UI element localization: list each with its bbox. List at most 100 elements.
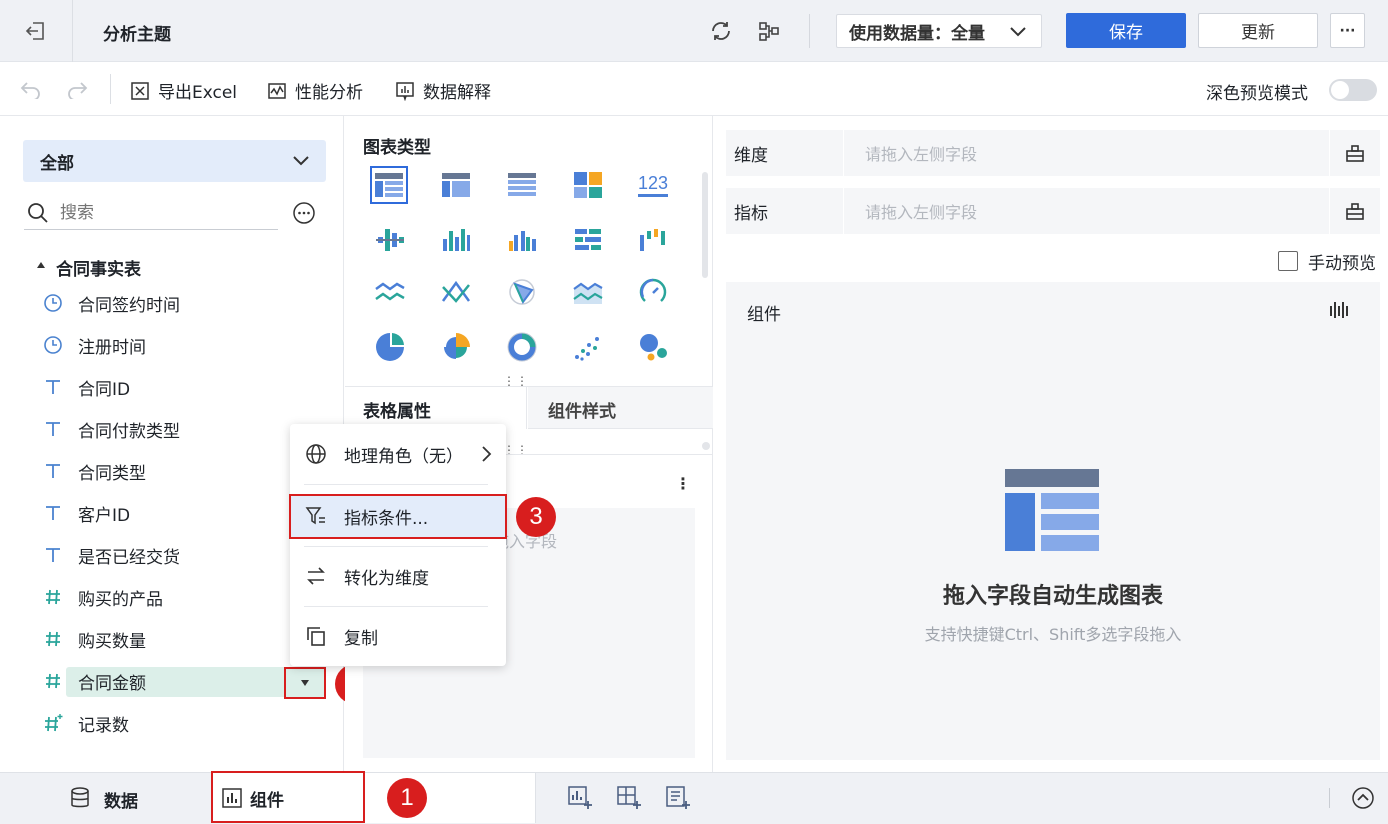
bottom-divider	[1329, 788, 1330, 808]
chart-type-pie[interactable]	[372, 329, 408, 365]
tab-table-properties[interactable]: 表格属性	[345, 387, 527, 429]
field-item[interactable]: 记录数	[0, 706, 340, 740]
add-table-icon[interactable]	[617, 786, 641, 810]
manual-preview-label: 手动预览	[1308, 254, 1376, 274]
chart-type-detail[interactable]	[504, 167, 540, 203]
component-label: 组件	[747, 305, 781, 325]
field-label: 记录数	[78, 715, 129, 736]
dimension-placeholder: 请拖入左侧字段	[865, 145, 978, 164]
more-button[interactable]: ···	[1330, 13, 1365, 48]
update-button[interactable]: 更新	[1198, 13, 1318, 48]
chart-type-donut[interactable]	[504, 329, 540, 365]
save-button[interactable]: 保存	[1066, 13, 1186, 48]
search-icon	[27, 202, 49, 224]
chart-type-radar-line[interactable]	[438, 274, 474, 310]
manual-preview-checkbox[interactable]	[1278, 251, 1298, 271]
exit-icon[interactable]	[24, 20, 48, 42]
step-badge-3: 3	[516, 497, 556, 537]
chart-type-grouped-table[interactable]	[372, 222, 408, 258]
field-item[interactable]: 合同付款类型	[0, 412, 340, 446]
chart-type-kpi-cards[interactable]	[570, 167, 606, 203]
field-options-icon[interactable]: ⋮	[675, 474, 691, 493]
chart-type-pivot[interactable]	[438, 167, 474, 203]
chart-type-gauge[interactable]	[635, 274, 671, 310]
field-label: 购买数量	[78, 631, 146, 652]
hierarchy-icon[interactable]	[1345, 143, 1365, 163]
highlight-box-2	[284, 667, 326, 699]
redo-icon[interactable]	[66, 79, 88, 99]
chart-type-waterfall[interactable]	[635, 222, 671, 258]
component-canvas[interactable]: 组件 拖入字段自动生成图表 支持快捷键Ctrl、Shift多选字段拖入	[726, 282, 1380, 760]
collapse-up-icon[interactable]	[1351, 786, 1375, 810]
performance-analysis-button[interactable]: 性能分析	[267, 78, 363, 103]
text-type-icon	[42, 460, 64, 482]
menu-item-label: 转化为维度	[344, 568, 429, 589]
field-item[interactable]: 合同签约时间	[0, 286, 340, 320]
tab-component-style[interactable]: 组件样式	[528, 387, 713, 429]
data-explain-label: 数据解释	[423, 83, 491, 103]
menu-item-copy[interactable]: 复制	[290, 614, 506, 658]
chart-settings-icon[interactable]	[1329, 300, 1349, 320]
search-input[interactable]	[60, 201, 270, 225]
clock-icon	[42, 292, 64, 314]
text-type-icon	[42, 418, 64, 440]
chart-type-bubble[interactable]	[635, 329, 671, 365]
measure-placeholder: 请拖入左侧字段	[865, 203, 978, 222]
chart-type-table[interactable]	[370, 166, 408, 204]
add-chart-icon[interactable]	[568, 786, 592, 810]
toolbar-divider	[110, 74, 111, 104]
scope-select[interactable]: 全部	[23, 140, 326, 182]
refresh-icon[interactable]	[709, 19, 733, 43]
slot-divider	[843, 130, 844, 176]
tab-data[interactable]: 数据	[0, 773, 212, 823]
text-type-icon	[42, 376, 64, 398]
chart-type-scatter[interactable]	[570, 329, 606, 365]
data-volume-select[interactable]: 使用数据量：全量	[836, 14, 1042, 48]
chart-type-area[interactable]	[570, 274, 606, 310]
hierarchy-icon[interactable]	[1345, 201, 1365, 221]
search-box[interactable]	[24, 198, 278, 230]
chart-type-rose[interactable]	[438, 329, 474, 365]
kpi-cards-icon	[574, 172, 602, 198]
menu-item-to-dimension[interactable]: 转化为维度	[290, 554, 506, 598]
field-label: 合同金额	[78, 673, 146, 694]
chart-type-bar[interactable]	[570, 222, 606, 258]
bottom-tabbar: 数据 组件 1	[0, 771, 1388, 824]
field-item[interactable]: 是否已经交货	[0, 538, 340, 572]
field-item[interactable]: 购买的产品	[0, 580, 340, 614]
pie-chart-icon	[376, 333, 404, 361]
data-explain-button[interactable]: 数据解释	[395, 78, 491, 103]
undo-icon[interactable]	[20, 79, 42, 99]
field-item[interactable]: 购买数量	[0, 622, 340, 656]
bar-chart-icon	[575, 229, 601, 250]
gauge-icon	[639, 278, 667, 302]
chart-type-radar[interactable]	[504, 274, 540, 310]
more-options-icon[interactable]	[292, 201, 316, 225]
export-excel-button[interactable]: 导出Excel	[130, 78, 237, 103]
chart-type-grouped-column[interactable]	[504, 222, 540, 258]
scatter-chart-icon	[575, 337, 599, 361]
empty-state-title: 拖入字段自动生成图表	[942, 584, 1163, 609]
field-item[interactable]: 合同ID	[0, 370, 340, 404]
add-detail-icon[interactable]	[666, 786, 690, 810]
caret-expanded-icon[interactable]	[36, 260, 46, 270]
dimension-slot[interactable]: 维度 请拖入左侧字段	[726, 130, 1380, 176]
waterfall-icon	[640, 229, 665, 251]
chart-type-column[interactable]	[438, 222, 474, 258]
dark-mode-toggle[interactable]	[1329, 79, 1377, 101]
menu-item-geo-role[interactable]: 地理角色（无）	[290, 432, 506, 476]
chart-canvas-panel: 维度 请拖入左侧字段 指标 请拖入左侧字段 手动预览 组件 拖入字段自动生成图表…	[714, 116, 1388, 772]
chart-type-line[interactable]	[372, 274, 408, 310]
measure-slot[interactable]: 指标 请拖入左侧字段	[726, 188, 1380, 234]
menu-item-label: 复制	[344, 628, 378, 649]
number-type-icon	[42, 670, 64, 692]
table-name[interactable]: 合同事实表	[56, 255, 141, 280]
menu-divider	[304, 484, 488, 485]
panel-scrollbar[interactable]	[702, 172, 708, 278]
field-item[interactable]: 注册时间	[0, 328, 340, 362]
table-placeholder-icon	[1005, 469, 1101, 553]
lineage-icon[interactable]	[757, 19, 781, 43]
chevron-right-icon	[480, 445, 492, 463]
field-item[interactable]: 合同类型	[0, 454, 340, 488]
chart-type-number[interactable]: 123	[635, 167, 671, 203]
